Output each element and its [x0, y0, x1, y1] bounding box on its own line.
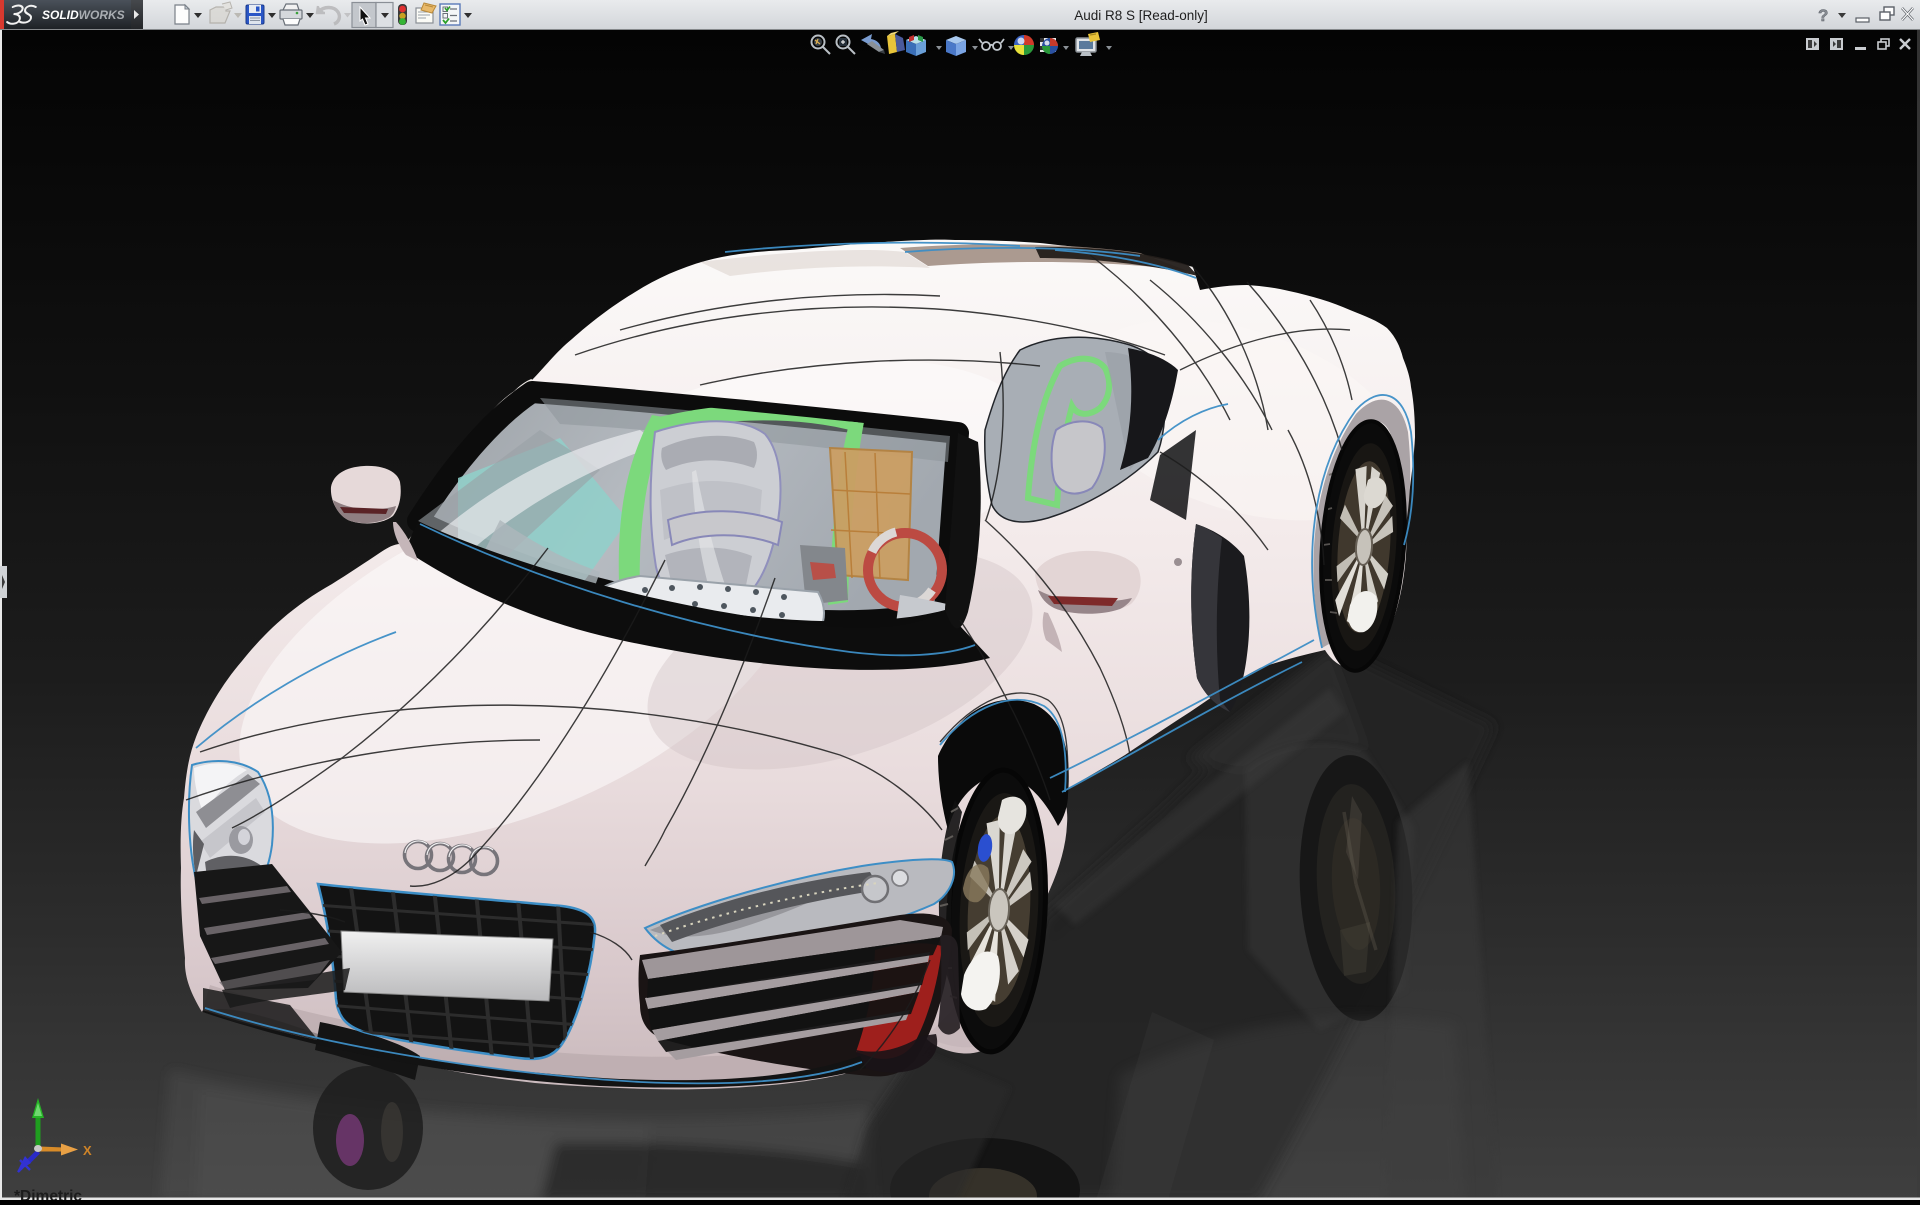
- svg-text:?: ?: [1818, 6, 1828, 25]
- svg-text:SOLIDWORKS: SOLIDWORKS: [42, 8, 125, 22]
- svg-text:X: X: [83, 1143, 92, 1158]
- svg-text:*Dimetric: *Dimetric: [14, 1188, 82, 1200]
